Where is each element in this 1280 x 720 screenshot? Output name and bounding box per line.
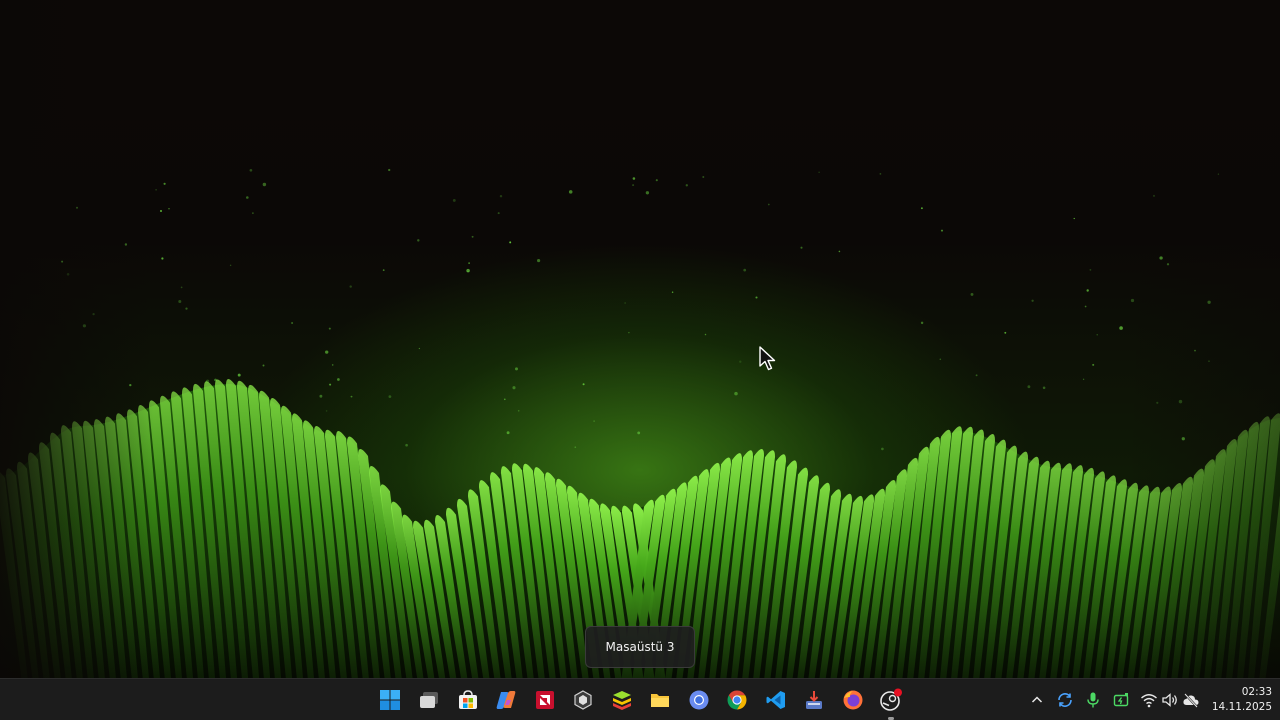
desktop-wallpaper: Masaüstü 3 xyxy=(0,0,1280,678)
task-view-icon xyxy=(420,692,438,708)
sync-icon xyxy=(1058,693,1072,707)
steam-icon xyxy=(880,688,902,711)
clock-date: 14.11.2025 xyxy=(1211,701,1272,713)
bluestacks-button[interactable] xyxy=(609,687,635,713)
copilot-icon xyxy=(496,691,516,709)
folder-icon xyxy=(651,694,669,707)
battery-tray-button[interactable] xyxy=(1112,691,1130,709)
steam-button[interactable] xyxy=(878,687,904,720)
clock[interactable]: 02:33 14.11.2025 xyxy=(1206,685,1272,715)
microsoft-store-button[interactable] xyxy=(455,687,481,713)
battery-charging-icon xyxy=(1113,693,1129,707)
onedrive-tray-button[interactable] xyxy=(1182,691,1200,709)
installer-button[interactable] xyxy=(801,687,827,713)
sync-tray-button[interactable] xyxy=(1056,691,1074,709)
desktop-tooltip: Masaüstü 3 xyxy=(585,626,695,668)
vscode-button[interactable] xyxy=(763,687,789,713)
microphone-tray-button[interactable] xyxy=(1084,691,1102,709)
volume-icon xyxy=(1162,693,1177,707)
bluestacks-icon xyxy=(613,691,631,710)
taskbar: 02:33 14.11.2025 xyxy=(0,678,1280,720)
wave-wallpaper xyxy=(0,0,1280,678)
cloud-off-icon xyxy=(1183,693,1199,708)
vscode-icon xyxy=(766,691,785,709)
copilot-button[interactable] xyxy=(493,687,519,713)
task-view-button[interactable] xyxy=(416,687,442,713)
firefox-icon xyxy=(843,690,863,710)
amd-software-button[interactable] xyxy=(532,687,558,713)
wifi-tray-button[interactable] xyxy=(1140,691,1158,709)
file-explorer-button[interactable] xyxy=(647,687,673,713)
chrome-icon xyxy=(727,690,747,710)
mouse-pointer-icon xyxy=(759,346,776,371)
windows-logo-icon xyxy=(380,690,400,710)
chromium-icon xyxy=(689,690,709,710)
wifi-icon xyxy=(1141,694,1157,708)
cube-icon xyxy=(574,690,592,710)
show-hidden-icons-button[interactable] xyxy=(1028,691,1046,709)
microphone-icon xyxy=(1087,692,1099,708)
clock-time: 02:33 xyxy=(1241,686,1272,698)
amd-icon xyxy=(536,691,554,709)
chromium-button[interactable] xyxy=(686,687,712,713)
volume-tray-button[interactable] xyxy=(1161,691,1179,709)
chevron-up-icon xyxy=(1031,696,1043,703)
installer-icon xyxy=(806,691,822,709)
dev-app-button[interactable] xyxy=(570,687,596,713)
start-button[interactable] xyxy=(377,687,403,713)
store-icon xyxy=(459,690,477,709)
chrome-button[interactable] xyxy=(724,687,750,713)
firefox-button[interactable] xyxy=(840,687,866,713)
